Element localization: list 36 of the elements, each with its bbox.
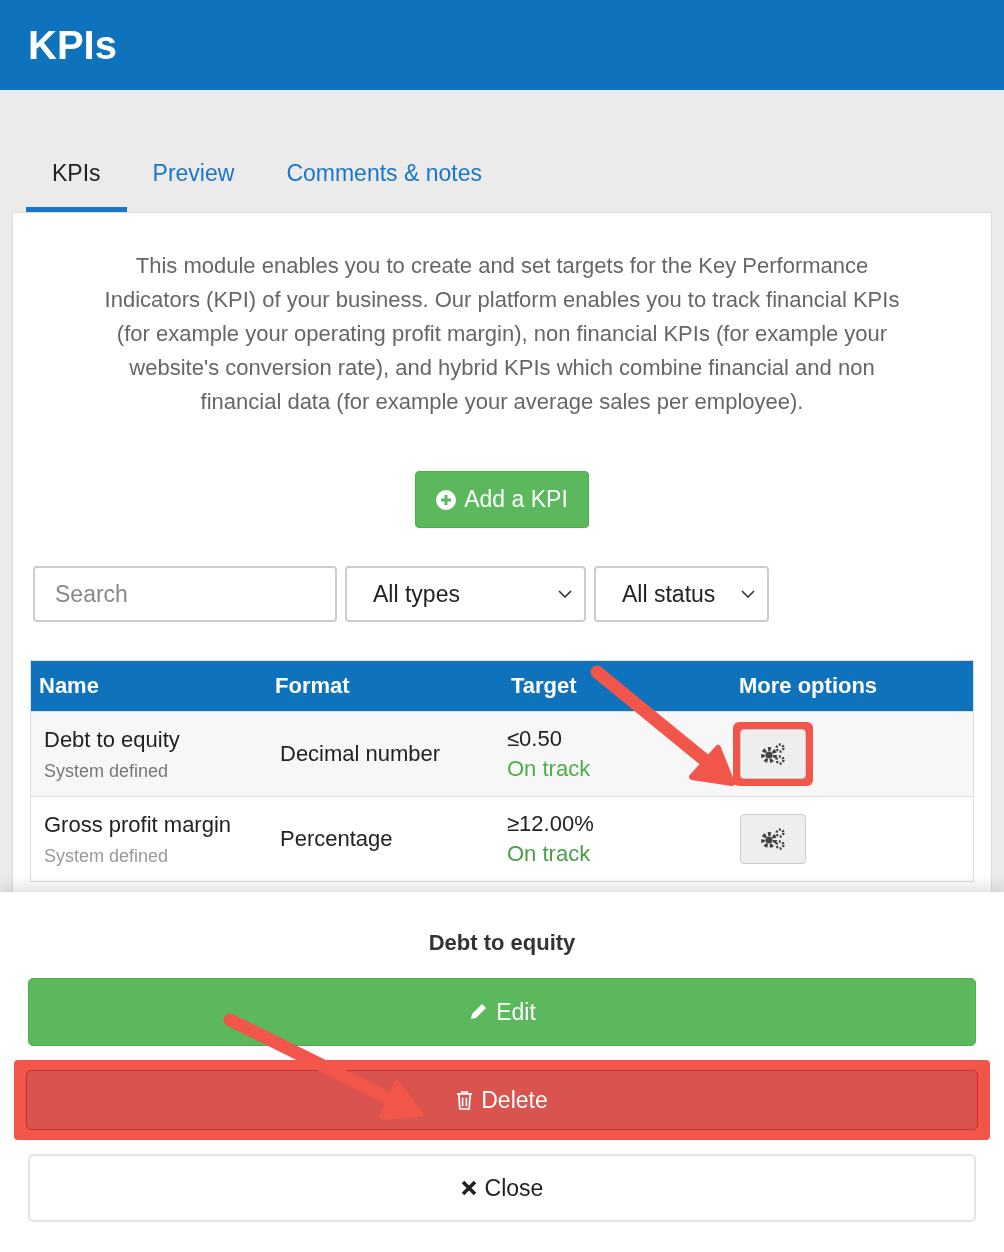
kpi-format: Percentage (280, 826, 393, 851)
add-kpi-button[interactable]: Add a KPI (415, 471, 589, 528)
close-button[interactable]: Close (28, 1154, 976, 1222)
kpi-name: Gross profit margin (44, 811, 233, 838)
pencil-icon (468, 1002, 489, 1022)
gears-icon (760, 742, 786, 766)
kpi-source: System defined (44, 760, 170, 782)
kpi-target: ≥12.00% (507, 811, 595, 837)
kpi-name: Debt to equity (44, 726, 181, 753)
gears-icon (760, 827, 786, 851)
page-title: KPIs (28, 22, 117, 68)
close-icon (460, 1180, 477, 1196)
column-header: Format (274, 673, 351, 699)
trash-icon (456, 1089, 474, 1111)
options-button[interactable] (740, 814, 806, 864)
chevron-down-icon (741, 590, 755, 598)
kpi-status: On track (507, 841, 592, 867)
sheet-title: Debt to equity (427, 930, 577, 956)
kpi-target: ≤0.50 (507, 726, 563, 752)
tab[interactable]: Preview (126, 148, 261, 212)
tab[interactable]: Comments & notes (260, 148, 508, 212)
filter-dropdown[interactable]: All types (345, 566, 586, 622)
search-field[interactable]: Search (33, 566, 337, 622)
filter-dropdown[interactable]: All status (594, 566, 769, 622)
delete-button[interactable]: Delete (26, 1070, 978, 1130)
intro-text: This module enables you to create and set targets for the Key Performance Indicators (KPI) of your business. Our platform enables you to track financial KPIs (for example your operating profit margin), non financial KPIs (for example your website's conversion rate), and hybrid KPIs which combine financial and non financial data (for example your average sales per employee). (103, 252, 901, 416)
plus-circle-icon (436, 489, 457, 510)
column-header: More options (739, 673, 879, 699)
chevron-down-icon (558, 590, 572, 598)
column-header: Name (38, 673, 100, 699)
kpi-status: On track (507, 756, 592, 782)
edit-button[interactable]: Edit (28, 978, 976, 1046)
kpi-format: Decimal number (280, 741, 441, 766)
column-header: Target (510, 673, 578, 699)
options-button[interactable] (740, 729, 806, 779)
kpi-source: System defined (44, 845, 170, 867)
